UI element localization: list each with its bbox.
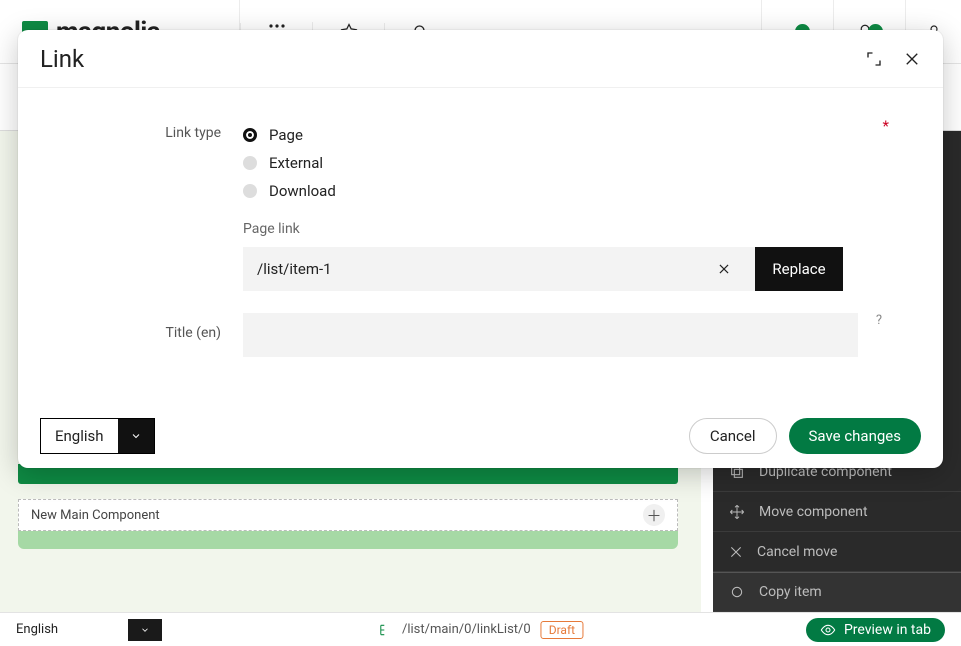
page-link-field: /list/item-1 Replace xyxy=(243,247,843,291)
chevron-down-icon[interactable] xyxy=(118,419,154,453)
radio-unchecked-icon xyxy=(243,156,257,170)
panel-copy-item[interactable]: Copy item xyxy=(713,572,961,612)
clear-page-link-button[interactable] xyxy=(707,262,741,276)
status-bar: English /list/main/0/linkList/0 Draft Pr… xyxy=(0,612,961,646)
page-link-value: /list/item-1 xyxy=(257,260,707,278)
expand-icon xyxy=(865,50,883,68)
replace-button[interactable]: Replace xyxy=(755,247,843,291)
new-main-component-slot[interactable]: New Main Component ＋ xyxy=(18,499,678,531)
chevron-down-icon[interactable] xyxy=(128,619,162,641)
link-dialog: Link Link type * Page External xyxy=(18,30,943,468)
panel-cancel-move-label: Cancel move xyxy=(757,544,837,560)
preview-label: Preview in tab xyxy=(844,622,931,638)
cancel-label: Cancel xyxy=(710,427,756,445)
radio-external-label: External xyxy=(269,154,323,172)
panel-move-component[interactable]: Move component xyxy=(713,492,961,532)
preview-in-tab-button[interactable]: Preview in tab xyxy=(806,618,945,642)
close-button[interactable] xyxy=(903,50,921,68)
dialog-header: Link xyxy=(18,30,943,88)
radio-unchecked-icon xyxy=(243,184,257,198)
page-link-input[interactable]: /list/item-1 xyxy=(243,247,755,291)
move-icon xyxy=(729,504,745,520)
radio-download-label: Download xyxy=(269,182,336,200)
panel-move-label: Move component xyxy=(759,504,868,520)
replace-label: Replace xyxy=(772,260,825,278)
statusbar-language-select[interactable]: English xyxy=(16,619,162,641)
dialog-language-value: English xyxy=(41,419,118,453)
radio-checked-icon xyxy=(243,128,257,142)
panel-cancel-move[interactable]: Cancel move xyxy=(713,532,961,572)
plus-icon[interactable]: ＋ xyxy=(643,504,665,526)
statusbar-path: /list/main/0/linkList/0 xyxy=(402,622,531,637)
title-en-label: Title (en) xyxy=(58,313,243,341)
close-icon xyxy=(903,50,921,68)
dialog-body: Link type * Page External Download Page … xyxy=(18,88,943,404)
link-type-label: Link type xyxy=(58,123,243,141)
page-link-label: Page link xyxy=(243,221,903,237)
dialog-language-select[interactable]: English xyxy=(40,418,155,454)
help-icon[interactable]: ? xyxy=(876,313,882,328)
tree-icon xyxy=(378,623,392,637)
radio-option-page[interactable]: Page xyxy=(243,123,903,147)
status-badge: Draft xyxy=(541,621,583,639)
radio-option-download[interactable]: Download xyxy=(243,179,903,203)
expand-button[interactable] xyxy=(865,50,883,68)
dialog-title: Link xyxy=(40,45,84,73)
eye-icon xyxy=(820,622,836,638)
radio-option-external[interactable]: External xyxy=(243,151,903,175)
save-label: Save changes xyxy=(809,427,901,445)
cancel-button[interactable]: Cancel xyxy=(689,418,777,454)
component-bar-light xyxy=(18,531,678,549)
close-icon xyxy=(717,262,731,276)
copy-icon xyxy=(729,584,745,600)
close-icon xyxy=(729,545,743,559)
title-en-input[interactable] xyxy=(243,313,858,357)
save-changes-button[interactable]: Save changes xyxy=(789,418,921,454)
panel-copy-label: Copy item xyxy=(759,584,822,600)
radio-page-label: Page xyxy=(269,126,303,144)
new-main-label: New Main Component xyxy=(31,508,160,523)
statusbar-language-label: English xyxy=(16,622,58,637)
required-indicator: * xyxy=(883,117,889,135)
dialog-footer: English Cancel Save changes xyxy=(18,404,943,468)
